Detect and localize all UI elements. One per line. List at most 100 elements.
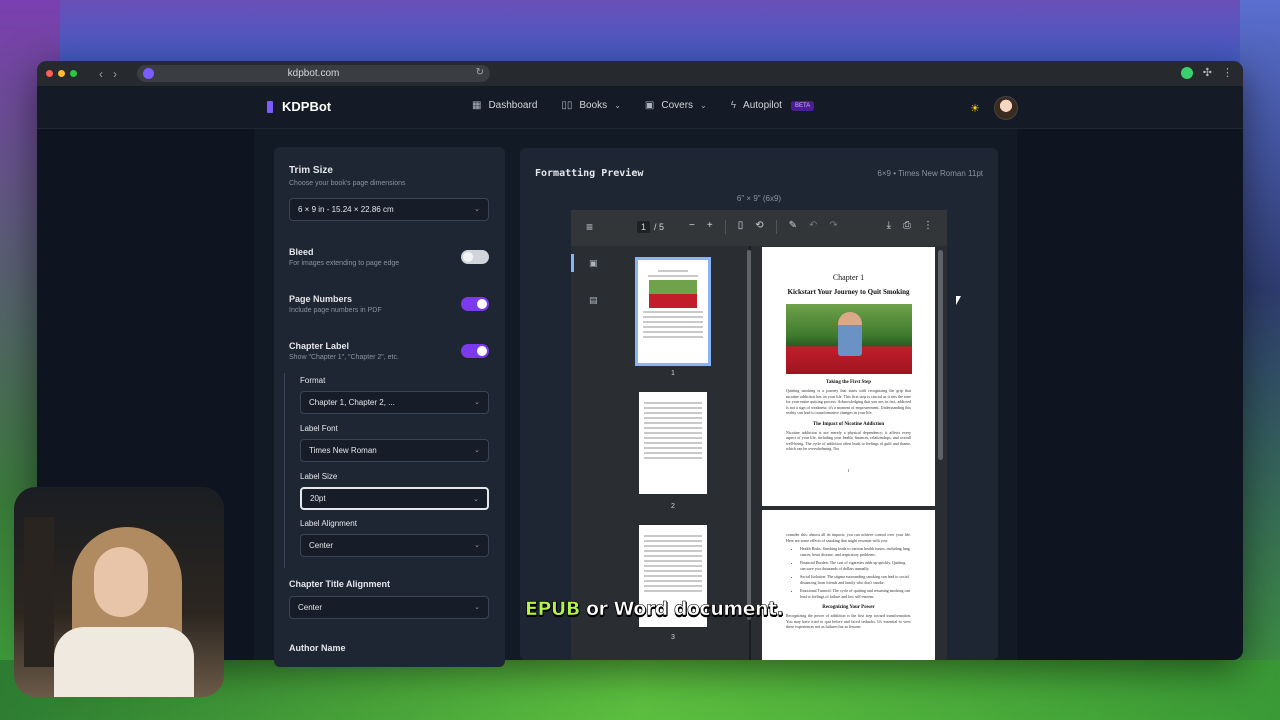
section-heading: Taking the First Step <box>826 380 871 385</box>
chevron-down-icon: ⌄ <box>474 206 480 213</box>
print-icon[interactable]: ⎙ <box>903 220 911 231</box>
preview-size-caption: 6" × 9" (6x9) <box>736 194 782 203</box>
toolbar-divider <box>775 220 777 234</box>
chapter-label-subgroup-rule <box>284 373 285 568</box>
window-controls <box>46 70 77 77</box>
page-numbers-label: Page Numbers <box>289 294 353 304</box>
presenter-face <box>94 547 148 617</box>
thumbnail-number-2: 2 <box>671 503 675 510</box>
brand-icon <box>267 100 273 113</box>
label-size-select[interactable]: 20pt ⌄ <box>300 487 489 510</box>
address-bar[interactable]: kdpbot.com ↻ <box>137 65 490 82</box>
bullet-list: Health Risks: Smoking leads to various h… <box>762 543 935 599</box>
label-font-select[interactable]: Times New Roman ⌄ <box>300 439 489 462</box>
reload-icon[interactable]: ↻ <box>476 67 484 78</box>
download-icon[interactable]: ⤓ <box>887 220 891 231</box>
chapter-label-toggle[interactable] <box>461 344 489 358</box>
zoom-in-icon[interactable]: + <box>707 220 713 234</box>
nav-dashboard[interactable]: ▦ Dashboard <box>472 100 537 111</box>
pdf-toolbar: ≡ 1 / 5 − + ▯ ⟲ ✎ ↶ ↷ ⤓ ⎙ ⋮ <box>571 210 947 246</box>
list-item: Financial Burden: The cost of cigarettes… <box>800 560 911 571</box>
bleed-desc: For images extending to page edge <box>289 260 400 267</box>
chapter-heading: Kickstart Your Journey to Quit Smoking <box>787 288 910 296</box>
pages-scrollbar[interactable] <box>938 250 943 460</box>
maximize-window-button[interactable] <box>70 70 77 77</box>
trim-size-value: 6 × 9 in - 15.24 × 22.86 cm <box>298 205 394 214</box>
fit-page-icon[interactable]: ▯ <box>738 220 744 234</box>
browser-extensions: ✣ ⋮ <box>1180 66 1233 79</box>
format-select[interactable]: Chapter 1, Chapter 2, ... ⌄ <box>300 391 489 414</box>
back-arrow-icon[interactable]: ‹ <box>99 67 103 81</box>
avatar[interactable] <box>993 96 1018 120</box>
nav-autopilot[interactable]: ϟ Autopilot BETA <box>730 100 815 111</box>
forward-arrow-icon[interactable]: › <box>113 67 117 81</box>
puzzle-icon[interactable]: ✣ <box>1203 66 1212 79</box>
sun-icon[interactable]: ☀ <box>970 102 980 115</box>
list-item: Health Risks: Smoking leads to various h… <box>800 546 911 557</box>
chapter-label: Chapter 1 <box>832 273 865 282</box>
nav-books[interactable]: ▯▯ Books ⌄ <box>561 100 621 111</box>
chevron-down-icon: ⌄ <box>474 399 480 406</box>
trim-size-select[interactable]: 6 × 9 in - 15.24 × 22.86 cm ⌄ <box>289 198 489 221</box>
page-indicator: 1 / 5 <box>637 221 664 233</box>
brand-name: KDPBot <box>282 99 332 114</box>
more-vert-icon[interactable]: ⋮ <box>923 220 933 231</box>
section-heading: The Impact of Nicotine Addiction <box>812 421 885 427</box>
zoom-out-icon[interactable]: − <box>689 220 695 234</box>
app-navbar: KDPBot ▦ Dashboard ▯▯ Books ⌄ ▣ Covers ⌄… <box>37 86 1243 129</box>
section-heading: Recognizing Your Power <box>822 605 875 610</box>
main-nav: ▦ Dashboard ▯▯ Books ⌄ ▣ Covers ⌄ ϟ Auto… <box>472 100 815 111</box>
preview-meta: 6×9 • Times New Roman 11pt <box>877 169 983 178</box>
page-thumbnail-2[interactable] <box>639 392 707 494</box>
lightning-icon: ϟ <box>730 100 737 111</box>
toolbar-divider <box>724 220 726 234</box>
annotate-icon[interactable]: ✎ <box>789 220 797 234</box>
chevron-down-icon: ⌄ <box>700 101 707 110</box>
thumbnails-scrollbar[interactable] <box>747 250 751 620</box>
chapter-label-label: Chapter Label <box>289 341 350 351</box>
formatting-preview-panel: Formatting Preview 6×9 • Times New Roman… <box>520 148 998 660</box>
chapter-title-alignment-value: Center <box>298 603 323 612</box>
more-vert-icon[interactable]: ⋮ <box>1222 66 1233 79</box>
browser-toolbar: ‹ › kdpbot.com ↻ ✣ ⋮ <box>37 61 1243 86</box>
site-icon <box>143 68 154 79</box>
chevron-down-icon: ⌄ <box>474 447 480 454</box>
mouse-cursor <box>956 296 961 305</box>
nav-books-label: Books <box>579 100 608 111</box>
thumbnails-icon[interactable]: ▣ <box>589 258 598 269</box>
presenter-body <box>54 627 194 697</box>
chapter-image <box>785 304 912 374</box>
image-icon: ▣ <box>644 100 655 111</box>
nav-covers[interactable]: ▣ Covers ⌄ <box>645 100 707 111</box>
page-thumbnail-1[interactable] <box>635 257 711 366</box>
pdf-viewer: ≡ 1 / 5 − + ▯ ⟲ ✎ ↶ ↷ ⤓ ⎙ ⋮ ▣ ▤ 1 2 3 Ch… <box>571 210 947 660</box>
undo-icon[interactable]: ↶ <box>809 220 817 234</box>
page-total: / 5 <box>654 222 665 232</box>
label-size-value: 20pt <box>310 494 326 503</box>
chapter-title-alignment-label: Chapter Title Alignment <box>289 579 391 589</box>
page-numbers-toggle[interactable] <box>461 297 489 311</box>
minimize-window-button[interactable] <box>58 70 65 77</box>
section-text: Recognizing the power of addiction is th… <box>786 613 911 629</box>
page-numbers-desc: Include page numbers in PDF <box>289 307 382 314</box>
bleed-toggle[interactable] <box>461 250 489 264</box>
outline-icon[interactable]: ▤ <box>589 295 598 306</box>
section-text: Nicotine addiction is not merely a physi… <box>786 429 911 452</box>
grid-icon: ▦ <box>472 100 482 111</box>
page-number-input[interactable]: 1 <box>637 221 651 233</box>
label-size-label: Label Size <box>300 472 338 481</box>
settings-panel: Trim Size Choose your book's page dimens… <box>274 147 505 667</box>
pdf-page-1: Chapter 1 Kickstart Your Journey to Quit… <box>762 247 935 506</box>
label-alignment-value: Center <box>309 541 334 550</box>
preview-title: Formatting Preview <box>535 168 644 179</box>
close-window-button[interactable] <box>46 70 53 77</box>
menu-icon[interactable]: ≡ <box>586 220 593 234</box>
brand-logo[interactable]: KDPBot <box>267 99 331 114</box>
extension-icon[interactable] <box>1180 66 1193 79</box>
redo-icon[interactable]: ↷ <box>829 220 837 234</box>
thumbnail-number-3: 3 <box>671 634 675 641</box>
label-alignment-select[interactable]: Center ⌄ <box>300 534 489 557</box>
rotate-icon[interactable]: ⟲ <box>755 220 763 234</box>
author-name-label: Author Name <box>289 643 346 653</box>
chapter-title-alignment-select[interactable]: Center ⌄ <box>289 596 489 619</box>
